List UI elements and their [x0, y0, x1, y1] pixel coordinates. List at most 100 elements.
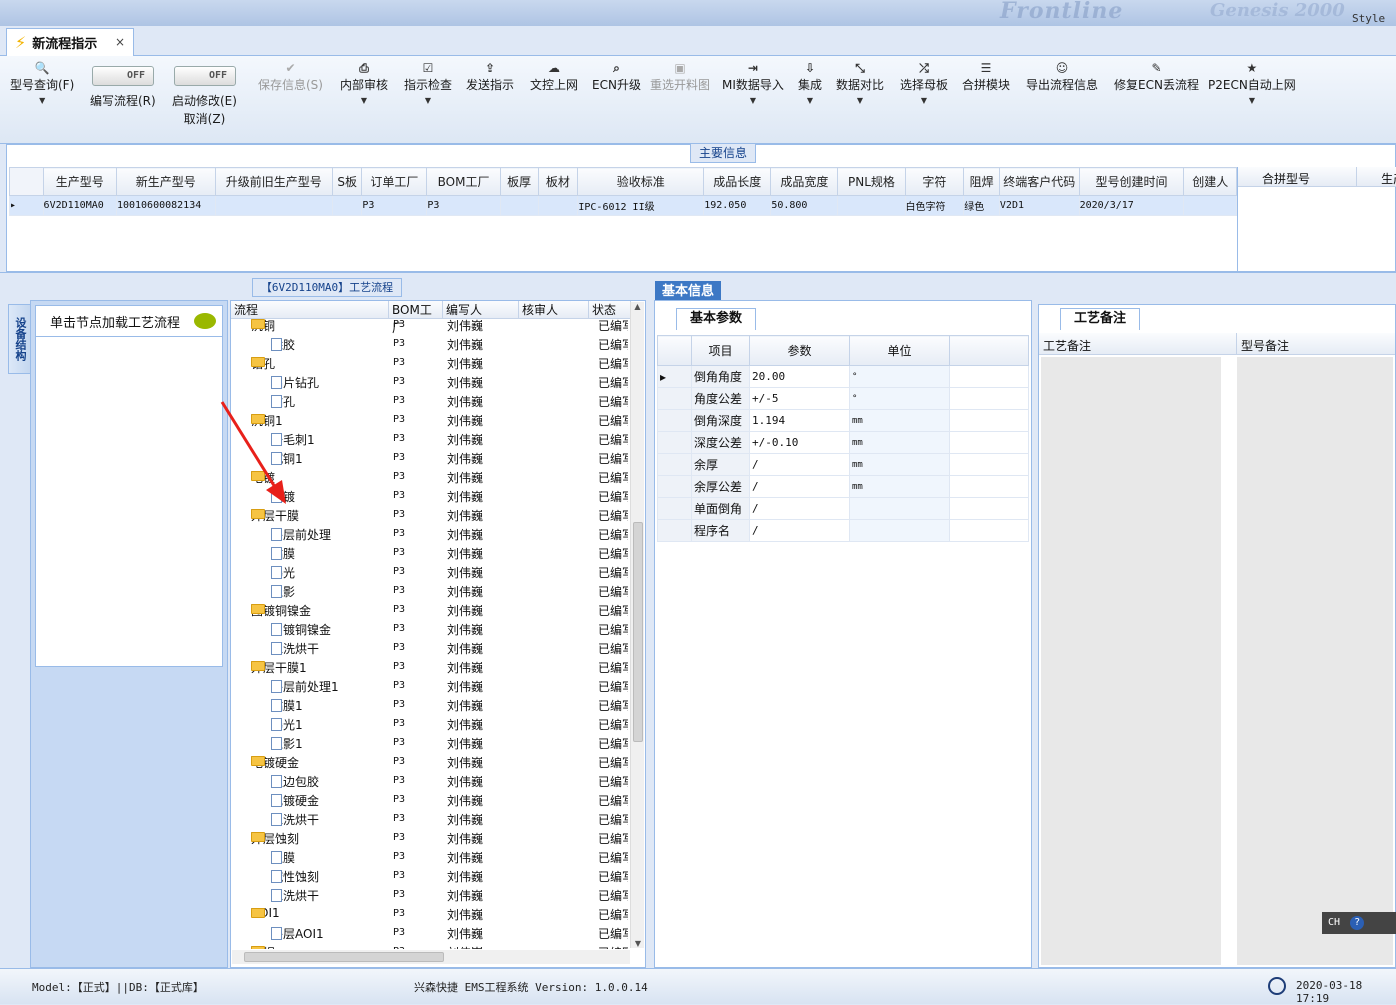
- chevron-down-icon[interactable]: ▼: [722, 94, 784, 108]
- tree-col-header[interactable]: 核审人: [519, 301, 589, 319]
- tree-node[interactable]: 电镀硬金: [271, 792, 319, 809]
- main-col-header[interactable]: 字符: [904, 167, 965, 196]
- tree-row[interactable]: 去毛刺1 P3 刘伟巍 已编写: [231, 429, 631, 448]
- ribbon-button-10[interactable]: ⇥ MI数据导入 ▼: [722, 60, 784, 108]
- main-col-header[interactable]: 板材: [537, 167, 579, 196]
- table-cell[interactable]: 10010600082134: [115, 195, 216, 216]
- table-cell[interactable]: [214, 195, 333, 216]
- main-col-header[interactable]: S板: [331, 167, 363, 196]
- tree-row[interactable]: 板镀 P3 刘伟巍 已编写: [231, 486, 631, 505]
- param-col-header[interactable]: 项目: [691, 335, 750, 366]
- table-cell[interactable]: P3: [426, 195, 501, 216]
- tree-row[interactable]: −电镀硬金 P3 刘伟巍 已编写: [231, 752, 631, 771]
- main-col-header[interactable]: 成品宽度: [770, 167, 839, 196]
- tree-node[interactable]: −AOI1: [251, 906, 280, 920]
- param-unit[interactable]: mm: [849, 453, 950, 476]
- chevron-down-icon[interactable]: ▼: [836, 94, 884, 108]
- tree-row[interactable]: 外层AOI1 P3 刘伟巍 已编写: [231, 923, 631, 942]
- tree-col-header[interactable]: BOM工厂: [389, 301, 443, 335]
- node-tree-area[interactable]: [35, 337, 223, 667]
- tree-node[interactable]: 除胶: [271, 336, 295, 353]
- chevron-down-icon[interactable]: ▼: [404, 94, 452, 108]
- main-col-header[interactable]: 成品长度: [703, 167, 772, 196]
- tree-row[interactable]: 显影1 P3 刘伟巍 已编写: [231, 733, 631, 752]
- tree-row[interactable]: −外层蚀刻 P3 刘伟巍 已编写: [231, 828, 631, 847]
- tree-node[interactable]: 曝光: [271, 564, 295, 581]
- tree-row[interactable]: 水洗烘干 P3 刘伟巍 已编写: [231, 638, 631, 657]
- param-value[interactable]: /: [749, 519, 850, 542]
- ribbon-button-8[interactable]: ⌕ ECN升级: [592, 60, 641, 94]
- param-row[interactable]: 倒角深度 1.194 mm: [657, 409, 1029, 432]
- tree-row[interactable]: −沉铜 P3 刘伟巍 已编写: [231, 319, 631, 334]
- tree-node[interactable]: 显影1: [271, 735, 303, 752]
- param-value[interactable]: 20.00: [749, 365, 850, 388]
- tree-node[interactable]: −电镀硬金: [251, 754, 299, 771]
- ribbon-button-15[interactable]: ☺ 导出流程信息: [1026, 60, 1098, 94]
- help-icon[interactable]: ?: [1350, 916, 1365, 930]
- tab-basic-params[interactable]: 基本参数: [676, 308, 756, 330]
- tree-row[interactable]: 显影 P3 刘伟巍 已编写: [231, 581, 631, 600]
- param-row[interactable]: 单面倒角 /: [657, 497, 1029, 520]
- tree-node[interactable]: −阻焊: [251, 944, 275, 949]
- tree-row[interactable]: 外层前处理1 P3 刘伟巍 已编写: [231, 676, 631, 695]
- tree-row[interactable]: −图镀铜镍金 P3 刘伟巍 已编写: [231, 600, 631, 619]
- tree-node[interactable]: 水洗烘干: [271, 640, 319, 657]
- tree-row[interactable]: 钻孔 P3 刘伟巍 已编写: [231, 391, 631, 410]
- style-label[interactable]: Style: [1352, 12, 1385, 25]
- tree-row[interactable]: 沉铜1 P3 刘伟巍 已编写: [231, 448, 631, 467]
- tab-new-process[interactable]: ⚡ 新流程指示 ×: [6, 28, 134, 56]
- ribbon-button-6[interactable]: ⇪ 发送指示: [466, 60, 514, 94]
- ribbon-button-14[interactable]: ☰ 合拼模块: [962, 60, 1010, 94]
- param-value[interactable]: 1.194: [749, 409, 850, 432]
- param-value[interactable]: /: [749, 475, 850, 498]
- param-row[interactable]: ▸ 倒角角度 20.00 °: [657, 365, 1029, 388]
- ime-language[interactable]: CH: [1328, 917, 1340, 928]
- tree-row[interactable]: 曝光1 P3 刘伟巍 已编写: [231, 714, 631, 733]
- tree-node[interactable]: −沉铜: [251, 319, 275, 334]
- tree-row[interactable]: 板边包胶 P3 刘伟巍 已编写: [231, 771, 631, 790]
- tree-node[interactable]: 去毛刺1: [271, 431, 315, 448]
- param-unit[interactable]: mm: [849, 409, 950, 432]
- tree-node[interactable]: 钻孔: [271, 393, 295, 410]
- table-cell[interactable]: [1183, 195, 1237, 216]
- main-col-header[interactable]: 终端客户代码: [998, 167, 1080, 196]
- table-cell[interactable]: [331, 195, 363, 216]
- tree-row[interactable]: −外层干膜1 P3 刘伟巍 已编写: [231, 657, 631, 676]
- param-unit[interactable]: [849, 497, 950, 520]
- tree-row[interactable]: 曝光 P3 刘伟巍 已编写: [231, 562, 631, 581]
- main-col-header[interactable]: 阻焊: [963, 167, 1000, 196]
- tree-node[interactable]: −沉铜1: [251, 412, 283, 429]
- main-col-header[interactable]: 板厚: [499, 167, 539, 196]
- tree-node[interactable]: 外层前处理: [271, 526, 331, 543]
- param-row[interactable]: 角度公差 +/-5 °: [657, 387, 1029, 410]
- param-unit[interactable]: mm: [849, 431, 950, 454]
- tree-node[interactable]: −电镀: [251, 469, 275, 486]
- ime-widget[interactable]: CH ?: [1322, 912, 1396, 934]
- tree-node[interactable]: −图镀铜镍金: [251, 602, 311, 619]
- chevron-down-icon[interactable]: ▼: [340, 94, 388, 108]
- ribbon-button-5[interactable]: ☑ 指示检查 ▼: [404, 60, 452, 108]
- ribbon-button-11[interactable]: ⇩ 集成 ▼: [798, 60, 822, 108]
- ribbon-button-17[interactable]: ★ P2ECN自动上网 ▼: [1208, 60, 1296, 108]
- tree-node[interactable]: 显影: [271, 583, 295, 600]
- param-col-header[interactable]: 单位: [849, 335, 950, 366]
- table-cell[interactable]: [537, 195, 579, 216]
- tree-row[interactable]: 水洗烘干 P3 刘伟巍 已编写: [231, 809, 631, 828]
- main-col-header[interactable]: 订单工厂: [361, 167, 428, 196]
- tree-row[interactable]: 水洗烘干 P3 刘伟巍 已编写: [231, 885, 631, 904]
- tree-row[interactable]: −沉铜1 P3 刘伟巍 已编写: [231, 410, 631, 429]
- tab-process-notes[interactable]: 工艺备注: [1060, 308, 1140, 330]
- table-cell[interactable]: 2020/3/17: [1078, 195, 1185, 216]
- tree-col-header[interactable]: 流程: [231, 301, 389, 319]
- tree-node[interactable]: −外层干膜: [251, 507, 299, 524]
- tree-node[interactable]: 板边包胶: [271, 773, 319, 790]
- main-col-header[interactable]: 新生产型号: [115, 167, 216, 196]
- tree-node[interactable]: −外层蚀刻: [251, 830, 299, 847]
- table-cell[interactable]: 绿色: [963, 195, 1000, 216]
- tree-row[interactable]: −阻焊 P3 刘伟巍 已编写: [231, 942, 631, 949]
- tree-node[interactable]: 图镀铜镍金: [271, 621, 331, 638]
- tree-node[interactable]: 外层前处理1: [271, 678, 339, 695]
- tree-node[interactable]: 贴膜: [271, 545, 295, 562]
- tree-horizontal-scrollbar[interactable]: [232, 950, 630, 964]
- tree-row[interactable]: 图镀铜镍金 P3 刘伟巍 已编写: [231, 619, 631, 638]
